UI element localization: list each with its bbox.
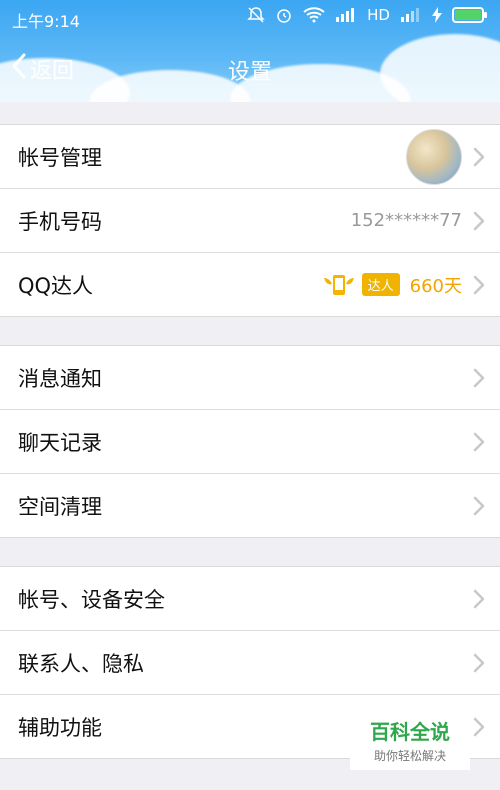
section-gap <box>0 317 500 345</box>
watermark-title: 百科全说 <box>370 720 450 744</box>
qq-master-badge: 达人 <box>322 272 400 298</box>
page-title: 设置 <box>227 60 272 85</box>
phone-value: 152******77 <box>350 210 462 231</box>
chevron-right-icon <box>473 275 485 294</box>
chevron-right-icon <box>473 653 485 672</box>
wifi-icon <box>303 7 325 23</box>
settings-group-account: 帐号管理 手机号码 152******77 QQ达人 达人 660天 <box>0 124 500 317</box>
nav-bar: 返回 设置 <box>0 42 500 98</box>
row-label: QQ达人 <box>18 273 94 298</box>
row-right <box>472 474 486 537</box>
chevron-right-icon <box>473 496 485 515</box>
row-right <box>472 695 486 758</box>
section-gap <box>0 538 500 566</box>
chevron-right-icon <box>473 589 485 608</box>
chevron-right-icon <box>473 211 485 230</box>
days-value: 660天 <box>409 275 462 297</box>
row-chat-history[interactable]: 聊天记录 <box>0 410 500 474</box>
chevron-right-icon <box>473 717 485 736</box>
row-account-management[interactable]: 帐号管理 <box>0 125 500 189</box>
avatar <box>406 128 462 185</box>
row-right: 达人 660天 <box>322 253 486 316</box>
row-label: 消息通知 <box>18 366 102 391</box>
row-right <box>406 125 486 188</box>
chevron-right-icon <box>473 368 485 387</box>
chevron-right-icon <box>473 432 485 451</box>
signal-icon-secondary <box>400 7 422 23</box>
alarm-icon <box>275 6 293 24</box>
row-right <box>472 410 486 473</box>
row-message-notifications[interactable]: 消息通知 <box>0 346 500 410</box>
section-gap <box>0 102 500 124</box>
battery-icon <box>452 7 488 23</box>
badge-label: 达人 <box>361 273 400 296</box>
row-right <box>472 346 486 409</box>
chevron-right-icon <box>473 147 485 166</box>
row-contacts-privacy[interactable]: 联系人、隐私 <box>0 631 500 695</box>
network-type: HD <box>367 6 390 24</box>
winged-phone-icon <box>323 274 354 295</box>
header: 上午9:14 HD 返回 设置 <box>0 0 500 102</box>
row-label: 手机号码 <box>18 209 102 234</box>
row-label: 联系人、隐私 <box>18 651 144 676</box>
row-label: 辅助功能 <box>18 715 102 740</box>
row-qq-master[interactable]: QQ达人 达人 660天 <box>0 253 500 316</box>
row-phone-number[interactable]: 手机号码 152******77 <box>0 189 500 253</box>
watermark: 百科全说 助你轻松解决 <box>350 712 470 770</box>
row-label: 帐号管理 <box>18 145 102 170</box>
row-right <box>472 567 486 630</box>
status-icons: HD <box>247 6 488 24</box>
status-bar: 上午9:14 HD <box>0 0 500 34</box>
mute-bell-icon <box>247 6 265 24</box>
status-time: 上午9:14 <box>12 12 80 31</box>
row-label: 聊天记录 <box>18 430 102 455</box>
row-label: 帐号、设备安全 <box>18 587 165 612</box>
row-label: 空间清理 <box>18 494 102 519</box>
charging-icon <box>432 7 442 23</box>
watermark-subtitle: 助你轻松解决 <box>373 749 446 763</box>
row-storage-cleanup[interactable]: 空间清理 <box>0 474 500 537</box>
signal-icon <box>335 7 357 23</box>
row-right: 152******77 <box>351 189 486 252</box>
row-account-device-security[interactable]: 帐号、设备安全 <box>0 567 500 631</box>
settings-group-messages: 消息通知 聊天记录 空间清理 <box>0 345 500 538</box>
row-right <box>472 631 486 694</box>
